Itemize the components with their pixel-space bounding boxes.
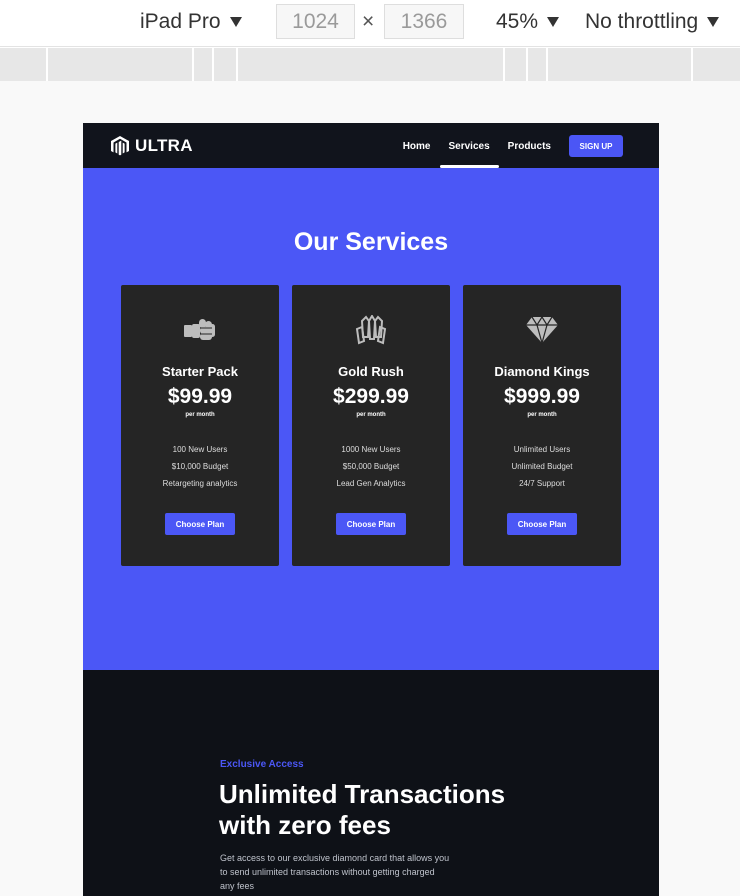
choose-plan-button[interactable]: Choose Plan bbox=[165, 513, 235, 535]
navbar: ULTRA Home Services Products SIGN UP bbox=[83, 123, 659, 168]
plan-feature: Lead Gen Analytics bbox=[336, 479, 406, 488]
plan-feature: 24/7 Support bbox=[519, 479, 565, 488]
promo-headline-line: Unlimited Transactions bbox=[219, 779, 506, 809]
promo-headline: Unlimited Transactions with zero fees bbox=[219, 779, 519, 841]
media-query-segment[interactable] bbox=[503, 48, 505, 81]
nav-link-services[interactable]: Services bbox=[439, 134, 499, 168]
plan-feature: Unlimited Budget bbox=[511, 462, 573, 471]
site-preview: ULTRA Home Services Products SIGN UP Our… bbox=[83, 123, 659, 896]
caret-down-icon bbox=[707, 17, 720, 27]
promo-text-line: Get access to our exclusive diamond card… bbox=[220, 853, 450, 863]
nav-links: Home Services Products SIGN UP bbox=[394, 134, 623, 168]
plan-price: $999.99 bbox=[504, 385, 580, 408]
logo-text: ULTRA bbox=[135, 136, 193, 155]
plan-price: $99.99 bbox=[167, 385, 233, 408]
services-section: Our Services Starter Pack $99.99 per mon bbox=[83, 168, 659, 670]
logo[interactable]: ULTRA bbox=[111, 136, 193, 156]
media-query-segment[interactable] bbox=[526, 48, 528, 81]
plan-period: per month bbox=[527, 412, 557, 418]
zoom-label: 45% bbox=[496, 10, 539, 33]
plan-card-starter: Starter Pack $99.99 per month 100 New Us… bbox=[121, 285, 279, 566]
fist-bump-icon bbox=[184, 319, 215, 340]
plan-period: per month bbox=[185, 412, 215, 418]
magento-hexagon-icon bbox=[111, 136, 129, 156]
dimension-separator: × bbox=[362, 10, 375, 33]
caret-down-icon bbox=[547, 17, 560, 27]
diamond-icon bbox=[526, 315, 558, 345]
choose-plan-button[interactable]: Choose Plan bbox=[336, 513, 406, 535]
plan-feature: $50,000 Budget bbox=[342, 462, 400, 471]
promo-description: Get access to our exclusive diamond card… bbox=[220, 851, 470, 893]
plan-feature: Unlimited Users bbox=[513, 445, 571, 454]
device-label: iPad Pro bbox=[140, 10, 221, 33]
devtools-toolbar: iPad Pro 1024 × 1366 45% No throttling bbox=[0, 0, 740, 47]
plan-name: Starter Pack bbox=[162, 364, 238, 379]
promo-eyebrow: Exclusive Access bbox=[220, 759, 304, 770]
plan-feature: $10,000 Budget bbox=[171, 462, 229, 471]
media-query-segment[interactable] bbox=[212, 48, 214, 81]
media-query-segment[interactable] bbox=[236, 48, 238, 81]
media-query-segment[interactable] bbox=[46, 48, 48, 81]
gem-cluster-icon bbox=[355, 315, 387, 345]
plan-card-diamond: Diamond Kings $999.99 per month Unlimite… bbox=[463, 285, 621, 566]
services-title: Our Services bbox=[293, 228, 449, 256]
media-query-segment[interactable] bbox=[546, 48, 548, 81]
promo-text-line: to send unlimited transactions without g… bbox=[220, 867, 435, 877]
promo-text-line: any fees bbox=[220, 881, 255, 891]
plan-card-gold: Gold Rush $299.99 per month 1000 New Use… bbox=[292, 285, 450, 566]
throttling-label: No throttling bbox=[585, 10, 699, 33]
plan-feature: 1000 New Users bbox=[341, 445, 401, 454]
plan-price: $299.99 bbox=[333, 385, 409, 408]
media-query-segment[interactable] bbox=[192, 48, 194, 81]
promo-headline-line: with zero fees bbox=[219, 810, 391, 840]
plan-name: Gold Rush bbox=[338, 364, 404, 379]
device-select[interactable]: iPad Pro bbox=[140, 10, 242, 34]
media-query-segment[interactable] bbox=[691, 48, 693, 81]
icon-wrapper bbox=[292, 315, 450, 349]
promo-section: Exclusive Access Unlimited Transactions … bbox=[83, 670, 659, 896]
height-input[interactable]: 1366 bbox=[384, 4, 464, 39]
throttling-select[interactable]: No throttling bbox=[585, 10, 720, 34]
plan-period: per month bbox=[356, 412, 386, 418]
plan-feature: 100 New Users bbox=[172, 445, 228, 454]
plan-feature: Retargeting analytics bbox=[162, 479, 238, 488]
nav-link-home[interactable]: Home bbox=[394, 134, 440, 158]
choose-plan-button[interactable]: Choose Plan bbox=[507, 513, 577, 535]
zoom-select[interactable]: 45% bbox=[496, 10, 560, 34]
plan-name: Diamond Kings bbox=[494, 364, 590, 379]
sign-up-button[interactable]: SIGN UP bbox=[569, 135, 623, 157]
caret-down-icon bbox=[229, 17, 242, 27]
nav-link-products[interactable]: Products bbox=[499, 134, 560, 158]
width-input[interactable]: 1024 bbox=[276, 4, 355, 39]
media-query-bar[interactable] bbox=[0, 48, 740, 81]
icon-wrapper bbox=[463, 315, 621, 349]
icon-wrapper bbox=[121, 315, 279, 349]
